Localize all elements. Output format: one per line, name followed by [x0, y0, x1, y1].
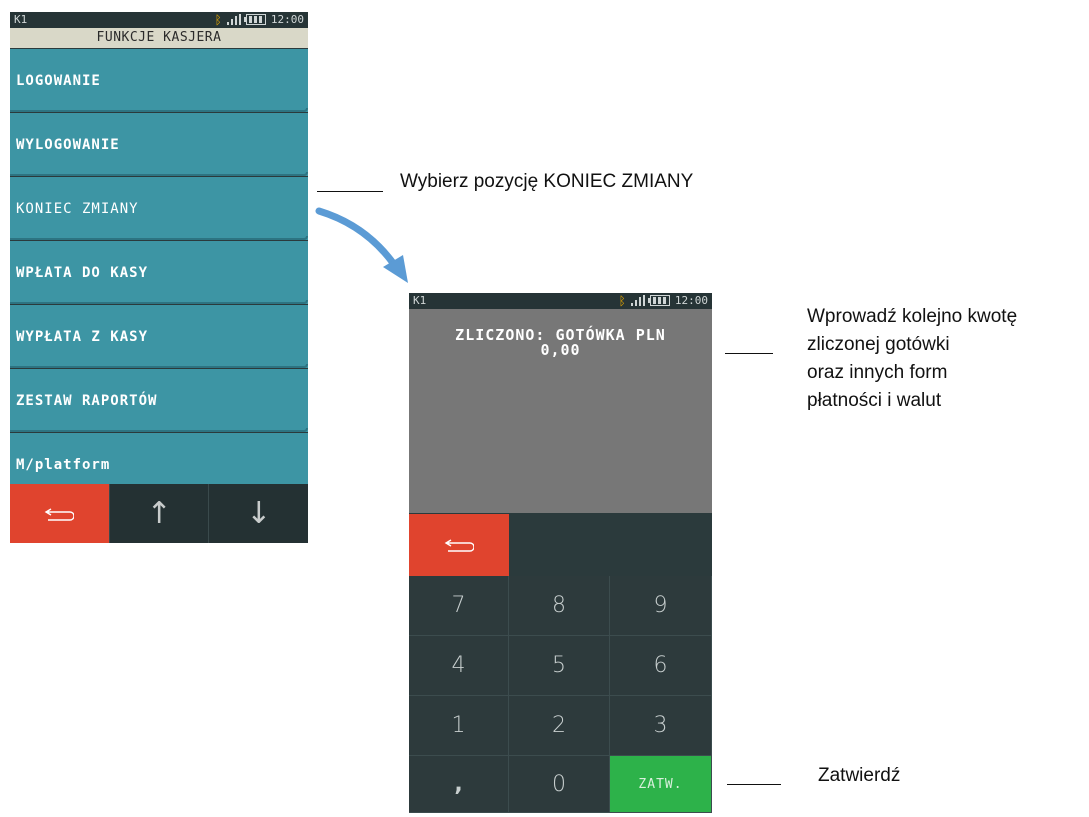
signal-icon: [226, 14, 241, 25]
menu-item-koniec-zmiany[interactable]: KONIEC ZMIANY: [10, 177, 308, 240]
numeric-keypad: 7 8 9 4 5 6 1 2 3 , 0 ZATW.: [409, 576, 712, 813]
display-value: 0,00: [540, 341, 581, 359]
counted-cash-screen: K1 ᛒ 12:00 ZLICZONO: GOTÓWKA PLN 0,00 7 …: [409, 293, 712, 813]
menu-item-wplata-do-kasy[interactable]: WPŁATA DO KASY: [10, 241, 308, 304]
clock: 12:00: [270, 13, 304, 26]
key-3[interactable]: 3: [610, 696, 712, 756]
back-arrow-icon: [444, 538, 474, 552]
key-8[interactable]: 8: [509, 576, 610, 636]
arrow-up-icon: ↑: [146, 496, 172, 531]
callout-line-enter: [725, 353, 773, 354]
back-button[interactable]: [10, 484, 109, 543]
menu-item-wylogowanie[interactable]: WYLOGOWANIE: [10, 113, 308, 176]
annotation-enter-line: zliczonej gotówki: [807, 334, 950, 355]
confirm-button[interactable]: ZATW.: [610, 756, 712, 813]
callout-line-select: [317, 191, 383, 192]
annotation-confirm: Zatwierdź: [818, 765, 901, 786]
bottom-navigation: ↑ ↓: [10, 484, 308, 543]
status-bar: K1 ᛒ 12:00: [409, 293, 712, 309]
callout-line-confirm: [727, 784, 781, 785]
annotation-enter-line: Wprowadź kolejno kwotę: [807, 306, 1018, 327]
cashier-functions-screen: K1 ᛒ 12:00 FUNKCJE KASJERA LOGOWANIE WYL…: [10, 12, 308, 543]
key-5[interactable]: 5: [509, 636, 610, 696]
key-6[interactable]: 6: [610, 636, 712, 696]
key-comma[interactable]: ,: [409, 756, 509, 813]
clock: 12:00: [674, 294, 708, 307]
annotation-enter-line: płatności i walut: [807, 390, 942, 411]
key-1[interactable]: 1: [409, 696, 509, 756]
annotation-enter-line: oraz innych form: [807, 362, 948, 383]
annotation-select: Wybierz pozycję KONIEC ZMIANY: [400, 171, 694, 192]
flow-arrow-icon: [315, 207, 408, 283]
key-2[interactable]: 2: [509, 696, 610, 756]
key-9[interactable]: 9: [610, 576, 712, 636]
annotation-enter: Wprowadź kolejno kwotę zliczonej gotówki…: [807, 303, 1089, 415]
screen-title: FUNKCJE KASJERA: [10, 28, 308, 48]
bluetooth-icon: ᛒ: [618, 293, 626, 308]
arrow-down-icon: ↓: [246, 496, 272, 531]
menu-item-wyplata-z-kasy[interactable]: WYPŁATA Z KASY: [10, 305, 308, 368]
signal-icon: [630, 295, 645, 306]
key-0[interactable]: 0: [509, 756, 610, 813]
terminal-id: K1: [413, 294, 427, 307]
menu-item-zestaw-raportow[interactable]: ZESTAW RAPORTÓW: [10, 369, 308, 432]
scroll-down-button[interactable]: ↓: [208, 484, 308, 543]
status-bar: K1 ᛒ 12:00: [10, 12, 308, 28]
back-button[interactable]: [409, 514, 509, 576]
amount-display: ZLICZONO: GOTÓWKA PLN 0,00: [409, 309, 712, 513]
scroll-up-button[interactable]: ↑: [108, 484, 209, 543]
cashier-menu: LOGOWANIE WYLOGOWANIE KONIEC ZMIANY WPŁA…: [10, 49, 308, 497]
back-arrow-icon: [44, 507, 75, 521]
battery-icon: [647, 295, 670, 306]
terminal-id: K1: [14, 13, 28, 26]
key-7[interactable]: 7: [409, 576, 509, 636]
bluetooth-icon: ᛒ: [214, 12, 222, 27]
menu-item-logowanie[interactable]: LOGOWANIE: [10, 49, 308, 112]
key-4[interactable]: 4: [409, 636, 509, 696]
battery-icon: [243, 14, 266, 25]
